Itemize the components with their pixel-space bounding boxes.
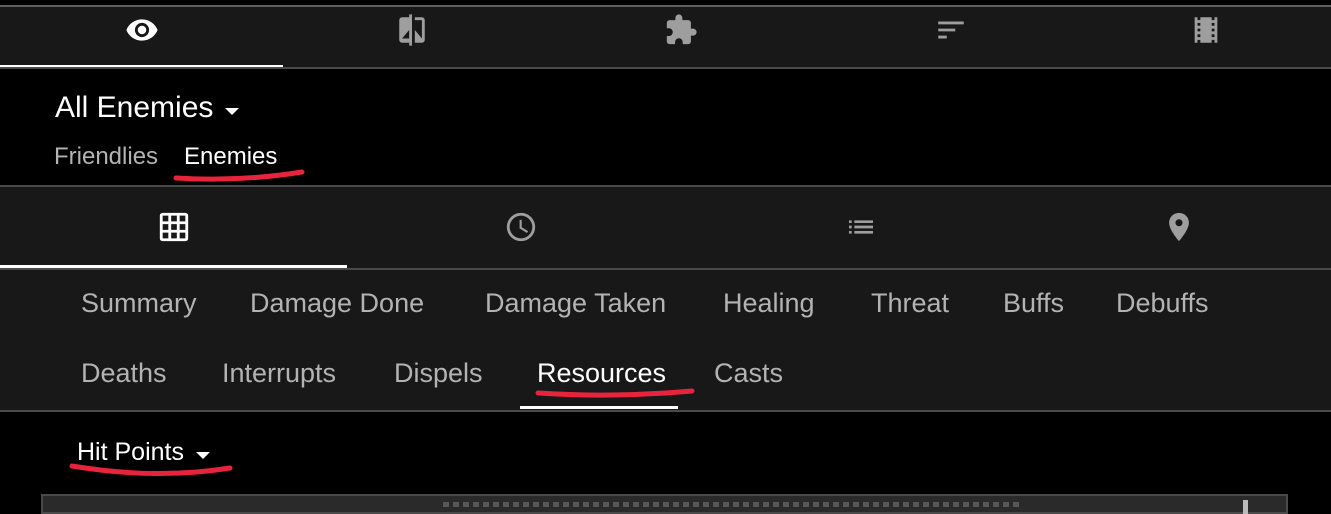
annotation-underline-resources (535, 388, 695, 398)
tab-view-film[interactable] (1073, 7, 1331, 69)
tab-category-clock[interactable] (347, 187, 694, 267)
view-tab-bar (0, 7, 1331, 69)
tab-category-grid[interactable] (0, 187, 347, 267)
tab-view-compare[interactable] (279, 7, 545, 69)
metric-tab-interrupts[interactable]: Interrupts (222, 358, 336, 389)
metric-tab-active-indicator (520, 406, 678, 409)
metric-tab-summary[interactable]: Summary (81, 288, 197, 319)
actor-selector-dropdown[interactable]: All Enemies (55, 91, 240, 125)
annotation-underline-hit-points (69, 463, 233, 477)
faction-link-friendlies[interactable]: Friendlies (54, 143, 158, 171)
metric-tab-damage-taken[interactable]: Damage Taken (485, 288, 666, 319)
annotation-underline-enemies (173, 169, 305, 182)
metric-tab-threat[interactable]: Threat (871, 288, 949, 319)
panel-menu-icon[interactable] (1243, 500, 1248, 514)
list-icon (848, 220, 873, 234)
grid-icon (159, 212, 188, 242)
metric-tab-buffs[interactable]: Buffs (1003, 288, 1064, 319)
puzzle-icon (666, 14, 697, 45)
divider (0, 410, 1331, 412)
tab-view-sort[interactable] (818, 7, 1084, 69)
clock-icon (506, 212, 535, 242)
metric-tab-damage-done[interactable]: Damage Done (250, 288, 424, 319)
category-tab-bar (0, 187, 1331, 269)
tab-view-puzzle[interactable] (548, 7, 814, 69)
chevron-down-icon (225, 107, 240, 115)
actor-selector-label: All Enemies (55, 91, 214, 124)
metric-tab-deaths[interactable]: Deaths (81, 358, 167, 389)
location-pin-icon (1168, 212, 1189, 242)
eye-icon (126, 19, 158, 41)
sort-icon (938, 21, 964, 39)
metric-tab-healing[interactable]: Healing (723, 288, 815, 319)
panel-header-text (443, 502, 1023, 507)
tab-view-eye[interactable] (9, 7, 275, 69)
tab-category-list[interactable] (687, 187, 1034, 267)
metric-tab-debuffs[interactable]: Debuffs (1116, 288, 1209, 319)
film-icon (1194, 17, 1218, 43)
tab-category-location[interactable] (1005, 187, 1331, 267)
resource-chart-panel (41, 494, 1288, 514)
metric-tab-casts[interactable]: Casts (714, 358, 783, 389)
compare-icon (399, 14, 425, 46)
metric-tab-dispels[interactable]: Dispels (394, 358, 483, 389)
